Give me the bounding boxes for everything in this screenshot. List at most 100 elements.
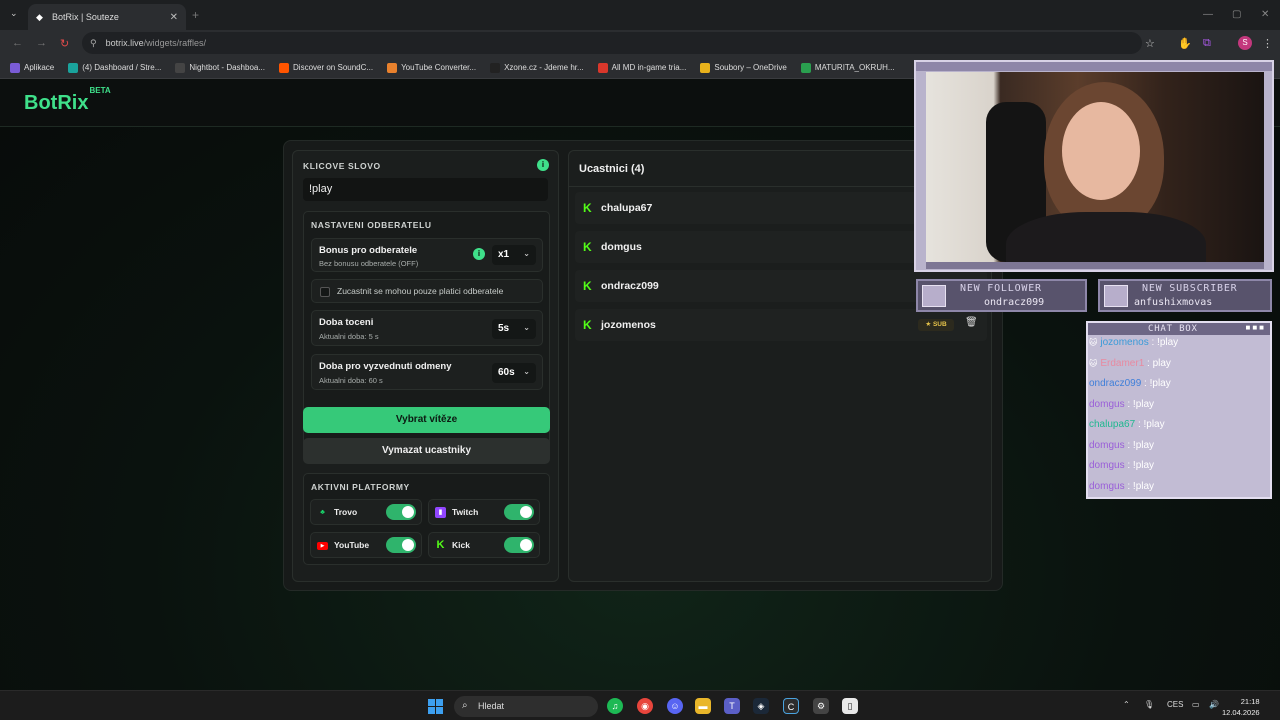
extensions-puzzle-icon[interactable]: ⧉ [1203,37,1211,50]
pick-winner-button[interactable]: Vybrat vítěze [303,407,550,433]
participant-name: jozomenos [601,319,656,331]
bonus-multiplier-select[interactable]: x1 ⌄ [492,245,536,265]
chat-username: jozomenos [1100,337,1149,348]
url-host: botrix.live [105,38,144,48]
spin-time-select[interactable]: 5s ⌄ [492,319,536,339]
bookmark-item[interactable]: (4) Dashboard / Stre... [68,62,161,73]
spin-time-subtext: Aktualni doba: 5 s [319,332,379,341]
drive-icon [800,62,811,73]
new-subscriber-alert: NEW SUBSCRIBER anfushixmovas [1098,279,1272,312]
app-icon[interactable]: ▯ [842,698,858,714]
active-platforms: AKTIVNI PLATFORMY ♣ Trovo ▮ Twitch ▶ You… [303,473,550,565]
webcam-statusbar [926,262,1264,269]
apps-icon [10,62,20,73]
minimize-icon[interactable]: — [1203,9,1213,20]
botrix-logo[interactable]: BotRixBETA [24,86,111,115]
bookmark-label: Soubory – OneDrive [714,63,787,72]
bookmark-label: Nightbot - Dashboa... [189,63,266,72]
platform-trovo: ♣ Trovo [310,499,422,525]
keyword-input[interactable]: !play [303,178,548,201]
trovo-toggle[interactable] [386,504,416,520]
new-follower-title: NEW FOLLOWER [960,283,1042,294]
dashboard-icon [68,62,79,73]
microphone-icon[interactable]: 🎙 [1144,700,1154,709]
opera-icon[interactable]: C [783,698,799,714]
reload-icon[interactable]: ↻ [60,37,69,50]
bonus-info-icon[interactable]: i [473,248,485,260]
steam-icon[interactable]: ◈ [753,698,769,714]
platform-kick: K Kick [428,532,540,558]
language-indicator[interactable]: CES [1167,700,1183,709]
paid-only-row[interactable]: Zucastnit se mohou pouze platici odberat… [311,279,543,303]
maximize-icon[interactable]: ▢ [1232,9,1241,20]
extension-icon[interactable]: ✋ [1178,37,1192,50]
paid-only-checkbox[interactable] [320,287,330,297]
browser-menu-icon[interactable]: ⋮ [1262,37,1273,50]
bookmark-item[interactable]: Soubory – OneDrive [700,62,787,73]
bookmark-item[interactable]: Aplikace [10,62,54,73]
platform-name: YouTube [334,540,370,550]
bookmark-item[interactable]: Discover on SoundC... [279,62,373,73]
chat-box-title: CHAT BOX [1148,324,1198,334]
tab-close-icon[interactable]: ✕ [170,12,178,23]
back-icon[interactable]: ← [12,37,23,49]
participant-row[interactable]: K jozomenos ★ SUB 🗑 [575,309,987,341]
bonus-subtext: Bez bonusu odberatele (OFF) [319,259,419,268]
new-follower-name: ondracz099 [984,297,1045,308]
claim-time-select[interactable]: 60s ⌄ [492,363,536,383]
webcam-feed [926,72,1264,262]
subscriber-bonus-row: Bonus pro odberatele Bez bonusu odberate… [311,238,543,272]
bonus-label: Bonus pro odberatele [319,245,418,256]
botrix-favicon-icon: ◆ [36,12,43,22]
bookmark-item[interactable]: YouTube Converter... [387,62,477,73]
discord-icon[interactable]: ☺ [667,698,683,714]
url-path: /widgets/raffles/ [143,38,206,48]
teams-icon[interactable]: T [724,698,740,714]
app-icon[interactable]: ⚙ [813,698,829,714]
platform-name: Kick [452,540,470,550]
site-info-icon[interactable]: ⚲ [90,38,97,49]
chat-username: domgus [1089,460,1125,471]
twitch-toggle[interactable] [504,504,534,520]
new-tab-icon[interactable]: + [192,8,199,22]
info-icon[interactable]: i [537,159,549,171]
chat-text: : !play [1151,337,1179,348]
clear-participants-button[interactable]: Vymazat ucastniky [303,438,550,464]
windows-start-icon[interactable] [428,699,443,714]
bookmark-item[interactable]: Xzone.cz - Jdeme hr... [490,62,584,73]
profile-avatar[interactable]: S [1238,36,1252,50]
browser-tab-active[interactable]: ◆ BotRix | Souteze ✕ [28,4,186,30]
chat-message: domgus : !play [1089,399,1154,410]
subscriber-settings-title: NASTAVENI ODBERATELU [311,220,432,230]
network-icon[interactable]: ▭ [1192,700,1200,709]
chat-username: chalupa67 [1089,419,1136,430]
chat-text: : !play [1137,419,1165,430]
chrome-icon[interactable]: ◉ [637,698,653,714]
bookmark-item[interactable]: Nightbot - Dashboa... [175,62,266,73]
kick-toggle[interactable] [504,537,534,553]
youtube-toggle[interactable] [386,537,416,553]
bookmark-label: Xzone.cz - Jdeme hr... [504,63,584,72]
bookmark-label: YouTube Converter... [401,63,477,72]
forward-icon[interactable]: → [36,37,47,49]
sub-badge: ★ SUB [918,319,954,331]
volume-icon[interactable]: 🔊 [1209,700,1219,709]
file-explorer-icon[interactable]: ▬ [695,698,711,714]
tab-list-chevron-icon[interactable]: ⌄ [10,8,18,19]
bookmark-item[interactable]: MATURITA_OKRUH... [800,62,895,73]
chat-message: ondracz099 : !play [1089,378,1171,389]
chat-message: domgus : !play [1089,460,1154,471]
window-close-icon[interactable]: ✕ [1261,9,1269,20]
chevron-down-icon: ⌄ [523,367,530,376]
tray-chevron-icon[interactable]: ⌃ [1123,700,1130,709]
trash-icon[interactable]: 🗑 [965,317,978,328]
address-bar[interactable]: ⚲ botrix.live/widgets/raffles/ [82,32,1142,54]
spotify-icon[interactable]: ♫ [607,698,623,714]
taskbar-search[interactable]: ⌕ Hledat [454,696,598,717]
platform-twitch: ▮ Twitch [428,499,540,525]
onedrive-icon [700,62,711,73]
bookmark-star-icon[interactable]: ☆ [1145,37,1155,50]
bookmark-item[interactable]: All MD in-game tria... [597,62,686,73]
clock[interactable]: 21:18 12.04.2026 [1222,696,1260,718]
chevron-down-icon: ⌄ [523,249,530,258]
